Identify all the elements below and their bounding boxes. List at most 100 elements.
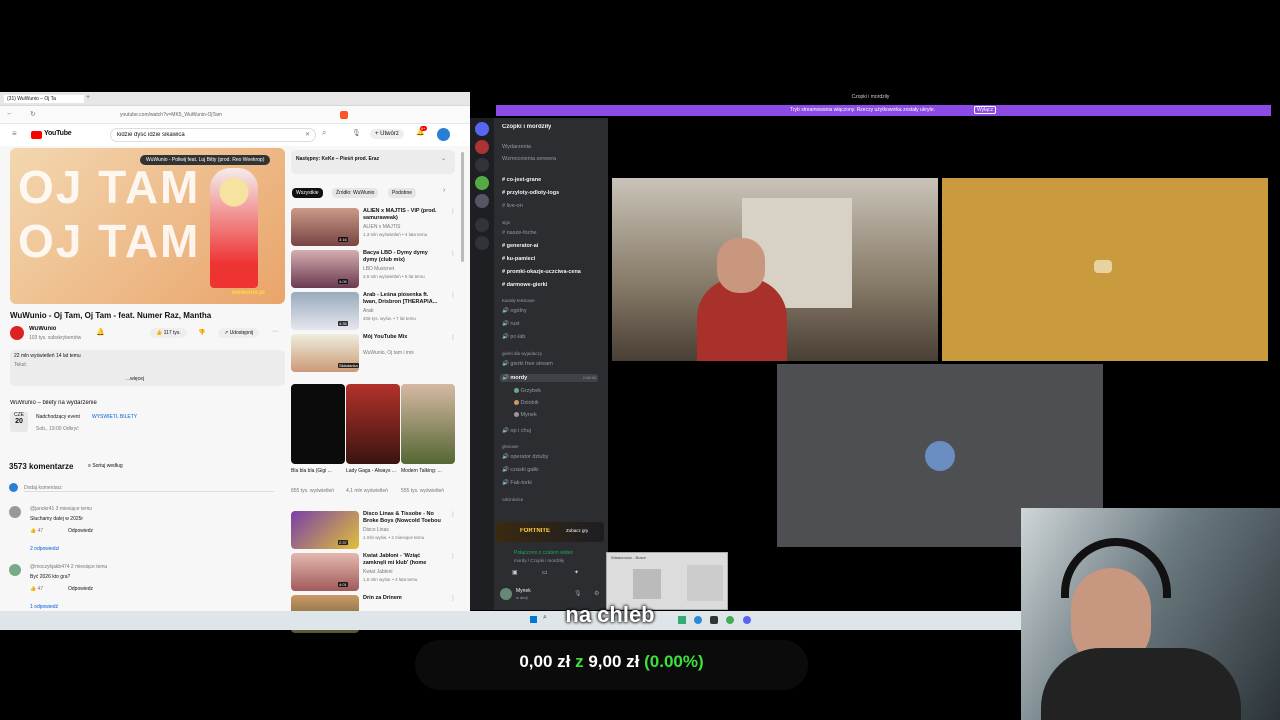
channel-item[interactable]: Wzmocnienia serwera	[502, 156, 556, 162]
camera-toggle-icon[interactable]: ▣	[512, 569, 518, 576]
short-thumb[interactable]	[291, 384, 345, 464]
channel-item[interactable]: # promki-okazje-uczciwa-cena	[502, 269, 581, 275]
share-button[interactable]: ↗ Udostępnij	[218, 328, 260, 338]
voice-channel[interactable]: 🔊 Fak-torki	[502, 480, 532, 486]
more-icon[interactable]: ⋯	[272, 328, 278, 335]
rec-title[interactable]: Drin za Drinem	[363, 595, 443, 602]
reply-button[interactable]: Odpowiedz	[68, 528, 93, 534]
channel-item[interactable]: # przyloty-odloty-logs	[502, 190, 559, 196]
filter-chip-similar[interactable]: Podobne	[388, 188, 417, 198]
activity-icon[interactable]: ✦	[574, 569, 579, 576]
user-avatar[interactable]	[500, 588, 512, 600]
rec-channel[interactable]: ALIEN x MAJTIS	[363, 224, 443, 230]
server-icon[interactable]	[475, 140, 489, 154]
replies-toggle[interactable]: 2 odpowiedzi	[30, 546, 59, 552]
channel-item[interactable]: # generator-ai	[502, 243, 538, 249]
video-player[interactable]: OJ TAM OJ TAM WuWunio - Poliwij feat. Lu…	[10, 148, 285, 304]
clear-search-icon[interactable]: ✕	[305, 131, 310, 138]
url-field[interactable]: youtube.com/watch?v=MK5_WuWunio-OjTam	[120, 112, 280, 118]
voice-user[interactable]: Mynek	[514, 412, 537, 418]
short-title[interactable]: Bla bla bla (Gigi ...	[291, 468, 343, 474]
channel-item[interactable]: # nasze-foche	[502, 230, 537, 236]
comment-user[interactable]: @janokr41 3 miesiące temu	[30, 506, 92, 512]
new-tab-icon[interactable]: +	[86, 94, 90, 101]
avatar[interactable]	[437, 128, 450, 141]
scrollbar[interactable]	[461, 152, 464, 262]
menu-icon[interactable]: ≡	[12, 129, 17, 138]
game-activity-banner[interactable]: FORTNITE Zobacz gry	[496, 522, 604, 542]
search-input[interactable]: kidzie dysc idzie sikawica ✕	[110, 128, 316, 142]
now-playing-banner[interactable]: WuWunio - Poliwij feat. Luj Bitty (prod.…	[140, 155, 271, 165]
sort-button[interactable]: ≡ Sortuj według	[88, 463, 123, 469]
short-thumb[interactable]	[401, 384, 455, 464]
voice-user[interactable]: Grzybek	[514, 388, 541, 394]
voice-channel[interactable]: 🔊 czaski gałki	[502, 467, 539, 473]
rec-channel[interactable]: Disco Linas	[363, 527, 443, 533]
server-icon[interactable]	[475, 194, 489, 208]
category-label[interactable]: Kanały tekstowe	[502, 298, 535, 303]
server-icon[interactable]	[475, 158, 489, 172]
category-label[interactable]: gierki dla wyjadaczy	[502, 351, 542, 356]
create-button[interactable]: + Utwórz	[370, 129, 404, 139]
short-thumb[interactable]	[346, 384, 400, 464]
screen-share-icon[interactable]: ▭	[542, 569, 548, 576]
voice-channel[interactable]: 🔊 rust	[502, 321, 520, 327]
chevron-right-icon[interactable]: ›	[443, 187, 445, 194]
channel-item[interactable]: # co-jest-grane	[502, 177, 541, 183]
rec-channel[interactable]: Kwiat Jabłoni	[363, 569, 443, 575]
desc-more[interactable]: ...więcej	[126, 376, 144, 382]
discord-taskbar-icon[interactable]	[743, 616, 751, 624]
description-box[interactable]: 22 mln wyświetleń 14 lat temu Tekst: ...…	[10, 350, 285, 386]
voice-channel[interactable]: 🔊 operator dziuby	[502, 454, 548, 460]
brave-shield-icon[interactable]	[340, 111, 348, 119]
rec-thumbnail[interactable]	[291, 553, 359, 591]
up-next-card[interactable]: Następny: KeKe – Pieśń prod. Eraz ⌄	[291, 150, 455, 174]
channel-item[interactable]: # ku-pamieci	[502, 256, 535, 262]
rec-title[interactable]: Disco Linas & Tissobe - No Broke Boys (N…	[363, 511, 443, 525]
rec-channel[interactable]: WuWunio, Oj tam i inni	[363, 350, 443, 356]
rec-title[interactable]: Kwiat Jabłoni - 'Wziąć zamknęli mi klub'…	[363, 553, 443, 567]
kebab-icon[interactable]: ⋮	[450, 595, 456, 602]
back-icon[interactable]: ←	[6, 110, 13, 117]
comment-likes[interactable]: 👍 47	[30, 586, 43, 592]
app-icon[interactable]	[710, 616, 718, 624]
comment-avatar[interactable]	[9, 564, 21, 576]
replies-toggle[interactable]: 1 odpowiedź	[30, 604, 58, 610]
category-label[interactable]: głosowe	[502, 444, 519, 449]
voice-channel[interactable]: 🔊 ogólny	[502, 308, 527, 314]
bell-subscribed-icon[interactable]: 🔔	[96, 328, 105, 336]
reload-icon[interactable]: ↻	[30, 110, 36, 118]
rec-thumbnail[interactable]	[291, 292, 359, 330]
filter-chip-source[interactable]: Źródło: WuWunio	[332, 188, 379, 198]
server-icon[interactable]	[475, 176, 489, 190]
kebab-icon[interactable]: ⋮	[450, 250, 456, 257]
dislike-icon[interactable]: 👎	[198, 329, 205, 336]
voice-user[interactable]: Dziobik	[514, 400, 539, 406]
channel-item[interactable]: # live-on	[502, 203, 523, 209]
server-icon[interactable]	[475, 122, 489, 136]
gear-icon[interactable]: ⚙	[594, 590, 599, 597]
add-comment-input[interactable]: Dodaj komentarz	[24, 485, 274, 492]
discover-icon[interactable]	[475, 236, 489, 250]
server-name[interactable]: Czopki i mordziły	[502, 124, 551, 130]
voice-channel[interactable]: 🔊 pc-lab	[502, 334, 525, 340]
channel-item[interactable]: # darmowe-gierki	[502, 282, 547, 288]
comment-likes[interactable]: 👍 47	[30, 528, 43, 534]
category-label[interactable]: sigs	[502, 220, 510, 225]
mic-icon[interactable]: 🎙	[574, 590, 582, 597]
comment-user[interactable]: @moczykjakb474 2 miesiące temu	[30, 564, 107, 570]
rec-title[interactable]: Arab - Leśna piosenka ft. Iwan, Drisbron…	[363, 292, 443, 306]
user-name[interactable]: Mynek	[516, 588, 531, 594]
video-tile-streamer[interactable]	[612, 178, 938, 361]
channel-avatar[interactable]	[10, 326, 24, 340]
rec-channel[interactable]: Arab	[363, 308, 443, 314]
spotify-icon[interactable]	[726, 616, 734, 624]
search-icon[interactable]: ⌕	[322, 128, 326, 138]
rec-title[interactable]: ALIEN x MAJTIS - VIP (prod. samuraweak)	[363, 208, 443, 222]
kebab-icon[interactable]: ⋮	[450, 292, 456, 299]
comment-avatar[interactable]	[9, 506, 21, 518]
reply-button[interactable]: Odpowiedz	[68, 586, 93, 592]
voice-status[interactable]: Połączono z czatem wideo	[514, 550, 573, 556]
chevron-down-icon[interactable]: ⌄	[441, 155, 446, 162]
channel-item[interactable]: Wydarzenia	[502, 144, 531, 150]
